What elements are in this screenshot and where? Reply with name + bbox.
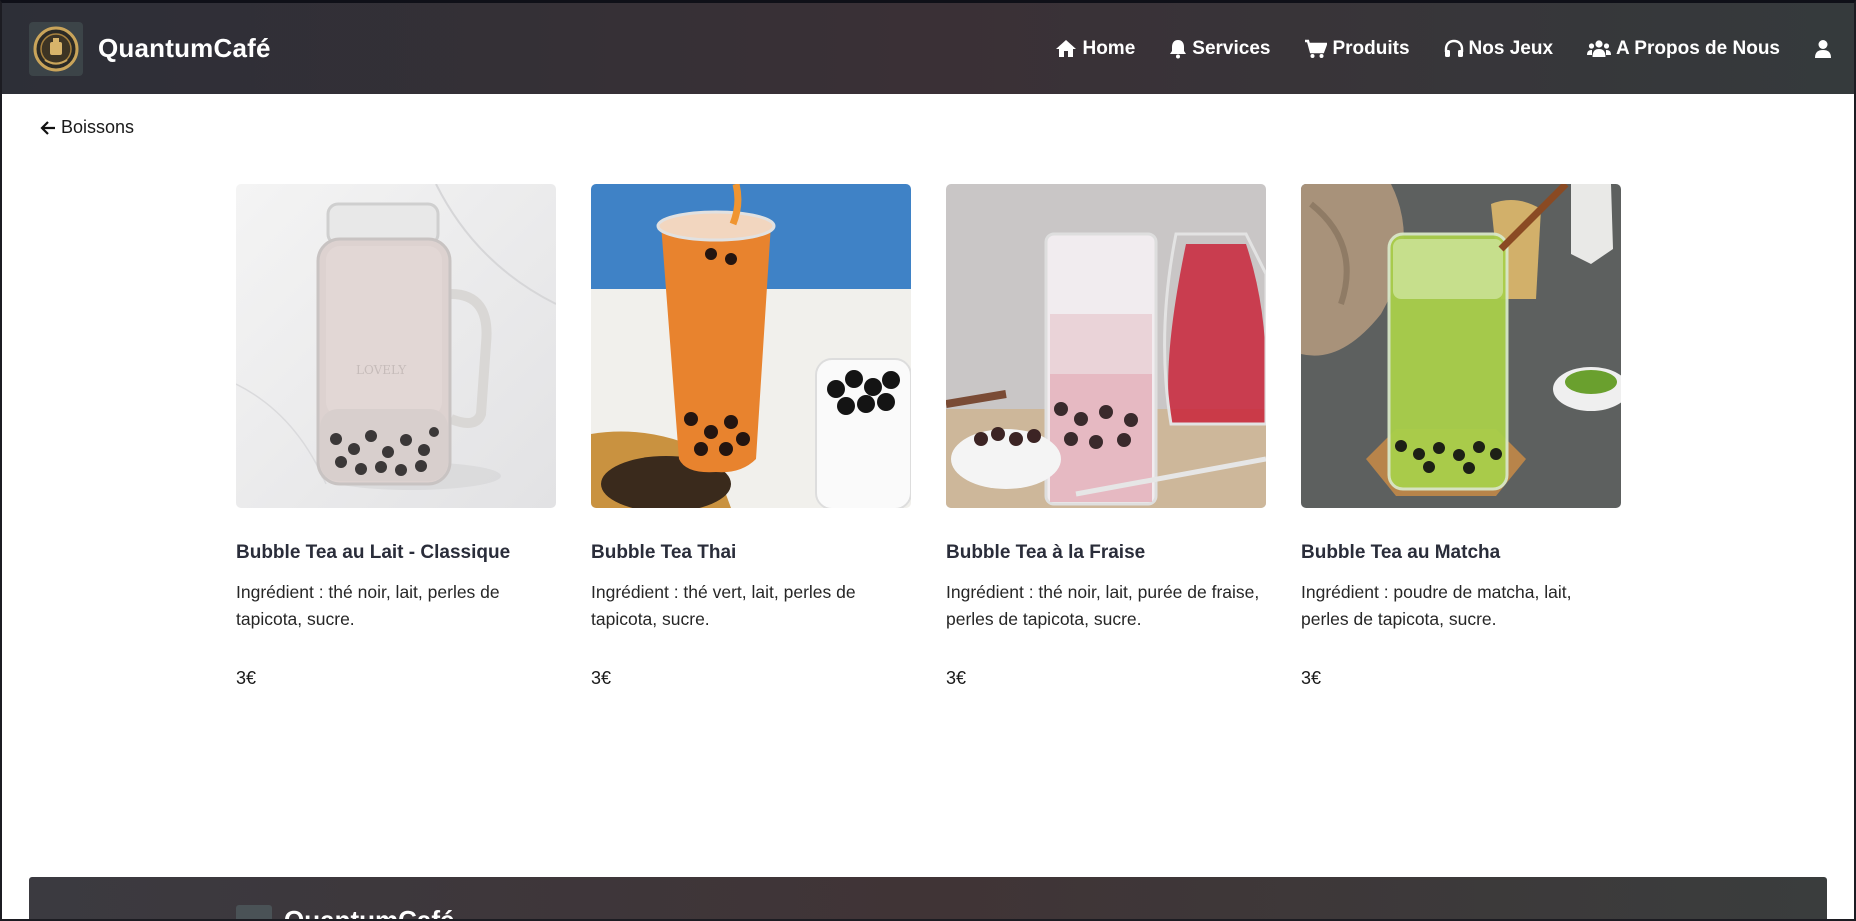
product-price: 3€ [946, 668, 967, 688]
bell-icon [1170, 39, 1187, 58]
product-title: Bubble Tea Thai [591, 542, 737, 563]
product-title: Bubble Tea au Matcha [1301, 542, 1501, 563]
nav-services[interactable]: Services [1169, 38, 1270, 60]
nav-jeux[interactable]: Nos Jeux [1444, 38, 1553, 60]
product-image-fraise [946, 184, 1266, 508]
product-image-matcha [1301, 184, 1621, 508]
users-icon [1587, 40, 1612, 57]
product-description: Ingrédient : thé noir, lait, perles de t… [236, 582, 500, 629]
product-card[interactable]: Bubble Tea Thai Ingrédient : thé vert, l… [591, 184, 911, 688]
footer: QuantumCafé [29, 877, 1827, 921]
back-link-label: Boissons [61, 117, 135, 137]
user-menu-button[interactable] [1814, 39, 1832, 59]
nav-produits-label: Produits [1332, 37, 1410, 59]
product-title: Bubble Tea au Lait - Classique [236, 542, 511, 563]
nav-apropos-label: A Propos de Nous [1616, 37, 1780, 59]
home-icon [1056, 40, 1077, 57]
nav-jeux-label: Nos Jeux [1468, 37, 1554, 59]
product-grid: LOVELY Bubble Tea au Lait - Classique In… [236, 184, 1621, 688]
product-image-thai [591, 184, 911, 508]
brand-name: QuantumCafé [98, 33, 271, 63]
footer-brand-name: QuantumCafé [284, 905, 455, 921]
product-price: 3€ [591, 668, 612, 688]
product-card[interactable]: Bubble Tea au Matcha Ingrédient : poudre… [1301, 184, 1621, 688]
nav-apropos[interactable]: A Propos de Nous [1587, 38, 1780, 60]
product-image-classique: LOVELY [236, 184, 556, 508]
navbar: QuantumCafé Home Services Produits Nos J… [2, 3, 1854, 94]
footer-logo [236, 905, 272, 921]
product-description: Ingrédient : poudre de matcha, lait, per… [1301, 582, 1572, 629]
nav-services-label: Services [1192, 37, 1271, 59]
product-description: Ingrédient : thé vert, lait, perles de t… [591, 582, 856, 629]
nav-produits[interactable]: Produits [1304, 37, 1410, 60]
cart-icon [1305, 39, 1328, 58]
user-icon [1815, 39, 1831, 58]
product-title: Bubble Tea à la Fraise [946, 542, 1146, 563]
product-card[interactable]: Bubble Tea à la Fraise Ingrédient : thé … [946, 184, 1266, 688]
product-description: Ingrédient : thé noir, lait, purée de fr… [946, 582, 1260, 629]
headphones-icon [1444, 39, 1463, 57]
back-link-boissons[interactable]: Boissons [40, 117, 134, 138]
product-price: 3€ [236, 668, 257, 688]
product-price: 3€ [1301, 668, 1322, 688]
product-card[interactable]: LOVELY Bubble Tea au Lait - Classique In… [236, 184, 556, 688]
nav-home-label: Home [1082, 37, 1136, 59]
nav-links: Home Services Produits Nos Jeux A Propos… [1021, 3, 1854, 94]
svg-text:LOVELY: LOVELY [356, 363, 407, 377]
nav-home[interactable]: Home [1055, 38, 1135, 60]
brand[interactable]: QuantumCafé [29, 21, 271, 76]
arrow-left-icon [40, 120, 55, 135]
brand-logo [29, 21, 83, 76]
